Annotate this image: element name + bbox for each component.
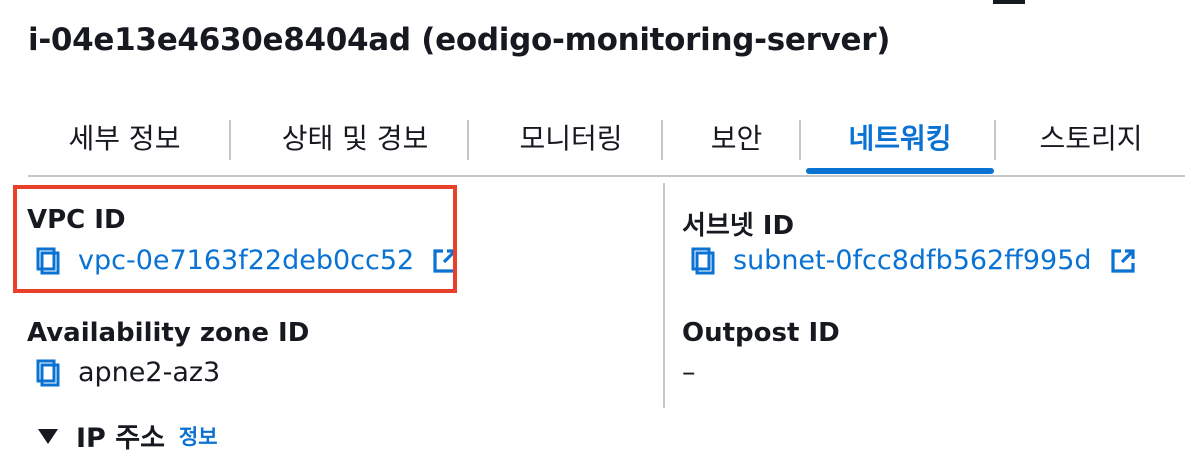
copy-icon[interactable] <box>34 246 64 276</box>
copy-icon[interactable] <box>34 358 64 388</box>
availability-zone-id-label: Availability zone ID <box>27 318 310 348</box>
tab-separator <box>467 120 469 160</box>
outpost-id-value: – <box>682 357 696 388</box>
availability-zone-id-value-row: apne2-az3 <box>34 357 220 388</box>
vpc-id-label: VPC ID <box>27 205 126 235</box>
tab-separator <box>661 120 663 160</box>
ip-address-section-header: IP 주소 정보 <box>36 416 218 455</box>
vpc-id-value-row: vpc-0e7163f22deb0cc52 <box>34 245 458 276</box>
vpc-id-link[interactable]: vpc-0e7163f22deb0cc52 <box>78 245 414 276</box>
tab-details[interactable]: 세부 정보 <box>32 106 217 168</box>
tab-separator <box>799 120 801 160</box>
tab-storage[interactable]: 스토리지 <box>1006 106 1176 168</box>
tab-networking-label: 네트워킹 <box>848 122 952 155</box>
tab-bar: 세부 정보 상태 및 경보 모니터링 보안 네트워킹 스토리지 <box>28 106 1185 174</box>
info-link[interactable]: 정보 <box>179 421 218 451</box>
tab-bar-divider <box>28 175 1185 177</box>
top-edge-fragment <box>993 0 1025 4</box>
subnet-id-link[interactable]: subnet-0fcc8dfb562ff995d <box>733 245 1092 276</box>
outpost-id-value-row: – <box>682 357 696 388</box>
tab-monitoring[interactable]: 모니터링 <box>480 106 662 168</box>
copy-icon[interactable] <box>689 246 719 276</box>
subnet-id-value-row: subnet-0fcc8dfb562ff995d <box>689 245 1136 276</box>
ip-address-title[interactable]: IP 주소 <box>76 416 165 455</box>
tab-status-alarms[interactable]: 상태 및 경보 <box>242 106 468 168</box>
subnet-id-label: 서브넷 ID <box>682 211 795 241</box>
external-link-icon[interactable] <box>432 248 458 274</box>
highlight-annotation-box <box>13 185 457 293</box>
outpost-id-label: Outpost ID <box>682 318 840 348</box>
external-link-icon[interactable] <box>1110 248 1136 274</box>
availability-zone-id-value: apne2-az3 <box>78 357 221 388</box>
active-tab-indicator <box>806 168 994 174</box>
tab-separator <box>994 120 996 160</box>
page-title: i-04e13e4630e8404ad (eodigo-monitoring-s… <box>28 22 891 58</box>
column-divider <box>663 183 665 408</box>
tab-security[interactable]: 보안 <box>674 106 799 168</box>
tab-networking[interactable]: 네트워킹 <box>806 106 994 174</box>
caret-down-icon[interactable] <box>36 426 60 446</box>
tab-separator <box>229 120 231 160</box>
